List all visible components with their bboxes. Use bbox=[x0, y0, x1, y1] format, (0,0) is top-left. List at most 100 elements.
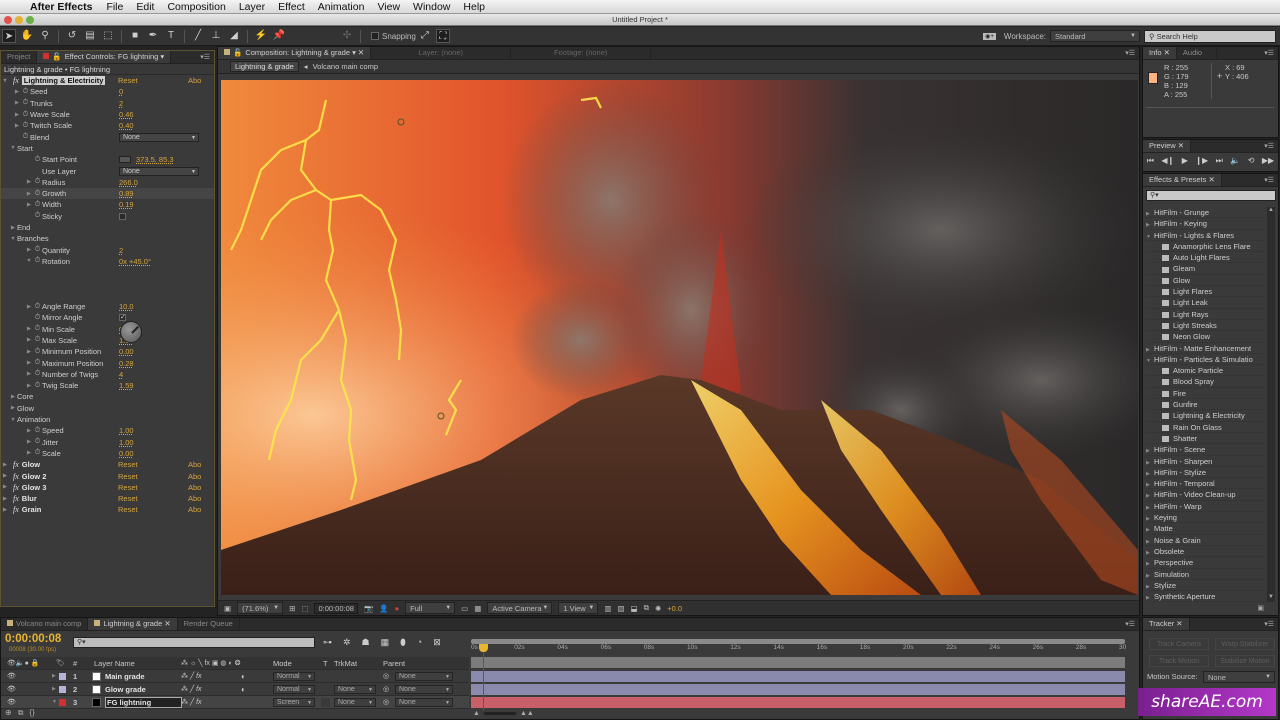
effect-name[interactable]: Lightning & Electricity bbox=[21, 76, 106, 86]
effect-category[interactable]: ▶ HitFilm - Warp bbox=[1146, 501, 1267, 513]
menu-composition[interactable]: Composition bbox=[167, 1, 225, 13]
effect-item[interactable]: Lightning & Electricity bbox=[1146, 410, 1267, 422]
effect-item[interactable]: Light Rays bbox=[1146, 309, 1267, 320]
effect-category[interactable]: ▶ Simulation bbox=[1146, 569, 1267, 580]
twirl-closed-icon[interactable]: ▶ bbox=[1146, 593, 1151, 601]
comp-mini-flowchart-icon[interactable]: ⊶ bbox=[323, 637, 332, 648]
search-help-input[interactable]: ⚲ Search Help bbox=[1144, 30, 1276, 43]
minimize-window-button[interactable] bbox=[15, 16, 23, 24]
stopwatch-icon[interactable]: ⏱ bbox=[33, 190, 42, 198]
type-tool-icon[interactable]: T bbox=[164, 29, 178, 43]
stopwatch-icon[interactable]: ⏱ bbox=[33, 348, 42, 356]
pan-behind-tool-icon[interactable]: ⬚ bbox=[101, 29, 115, 43]
twirl-closed-icon[interactable]: ▶ bbox=[25, 179, 33, 185]
eye-icon[interactable]: 👁 bbox=[7, 698, 16, 706]
adjustment-layer-icon[interactable]: ◐ bbox=[241, 672, 246, 681]
timeline-zoom-slider[interactable] bbox=[483, 712, 516, 715]
twirl-closed-icon[interactable]: ▶ bbox=[13, 100, 21, 106]
property-value[interactable]: 0.46 bbox=[119, 110, 134, 119]
scroll-down-icon[interactable]: ▼ bbox=[1267, 594, 1275, 602]
effect-category[interactable]: ▶ HitFilm - Sharpen bbox=[1146, 456, 1267, 467]
property-value[interactable]: 0.19 bbox=[119, 200, 134, 209]
label-color[interactable] bbox=[59, 698, 66, 706]
effect-category[interactable]: ▶ Perspective bbox=[1146, 557, 1267, 569]
twirl-closed-icon[interactable]: ▶ bbox=[1146, 503, 1151, 511]
effect-category[interactable]: ▶ Synthetic Aperture bbox=[1146, 591, 1267, 603]
stopwatch-icon[interactable]: ⏱ bbox=[33, 449, 42, 457]
twirl-closed-icon[interactable]: ▶ bbox=[1, 496, 9, 502]
parent-dropdown[interactable]: None bbox=[395, 671, 453, 681]
effect-item[interactable]: Neon Glow bbox=[1146, 331, 1267, 343]
tab-preview[interactable]: Preview ✕ bbox=[1143, 140, 1192, 152]
scrollbar[interactable]: ▲ ▼ bbox=[1267, 207, 1275, 602]
puppet-pin-tool-icon[interactable]: 📌 bbox=[272, 29, 286, 43]
preserve-transparency-toggle[interactable] bbox=[321, 671, 330, 681]
fx-toggle-icon[interactable]: fx bbox=[13, 472, 19, 481]
effect-item[interactable]: Atomic Particle bbox=[1146, 365, 1267, 377]
timeline-current-time[interactable]: 0:00:00:08 bbox=[5, 633, 61, 645]
twirl-closed-icon[interactable]: ▶ bbox=[1, 462, 9, 468]
tab-audio[interactable]: Audio bbox=[1177, 47, 1217, 59]
twirl-closed-icon[interactable]: ▶ bbox=[1146, 209, 1151, 217]
audio-icon[interactable]: 🔈 bbox=[1230, 156, 1240, 166]
menu-view[interactable]: View bbox=[377, 1, 400, 13]
zoom-window-button[interactable] bbox=[26, 16, 34, 24]
twirl-closed-icon[interactable]: ▶ bbox=[1146, 458, 1151, 466]
resolution-dropdown[interactable]: Full bbox=[405, 602, 456, 614]
snap-extend-icon[interactable]: ⛶ bbox=[435, 29, 450, 43]
zoom-out-icon[interactable]: ▲ bbox=[473, 710, 480, 717]
tab-composition[interactable]: 🔓 Composition: Lightning & grade ▾ ✕ bbox=[218, 47, 372, 59]
menu-file[interactable]: File bbox=[106, 1, 123, 13]
effect-category[interactable]: ▶ HitFilm - Scene bbox=[1146, 444, 1267, 456]
effect-item[interactable]: Glow bbox=[1146, 275, 1267, 287]
adjustment-layer-icon[interactable]: ◐ bbox=[241, 685, 246, 694]
zoom-tool-icon[interactable]: ⚲ bbox=[38, 29, 52, 43]
rotation-dial[interactable] bbox=[120, 321, 142, 343]
twirl-closed-icon[interactable]: ▶ bbox=[25, 202, 33, 208]
rotation-tool-icon[interactable]: ↺ bbox=[65, 29, 79, 43]
shape-tool-icon[interactable]: ■ bbox=[128, 29, 142, 43]
workspace-dropdown[interactable]: Standard bbox=[1050, 30, 1140, 42]
twirl-closed-icon[interactable]: ▶ bbox=[1146, 446, 1151, 454]
work-area-range[interactable] bbox=[471, 657, 1125, 668]
transparency-grid-icon[interactable]: ▦ bbox=[474, 604, 481, 613]
pick-whip-icon[interactable]: ◎ bbox=[383, 672, 389, 680]
effect-category[interactable]: ▼ HitFilm - Lights & Flares bbox=[1146, 230, 1267, 241]
property-value[interactable]: 0x +45.0° bbox=[119, 257, 151, 266]
loop-icon[interactable]: ⟲ bbox=[1248, 156, 1255, 166]
stopwatch-icon[interactable]: ⏱ bbox=[33, 303, 42, 311]
effect-category[interactable]: ▶ Matte bbox=[1146, 523, 1267, 535]
property-value[interactable]: 373.5, 85.3 bbox=[136, 155, 174, 164]
last-frame-icon[interactable]: ⏭ bbox=[1216, 156, 1223, 166]
blend-mode-dropdown[interactable]: Screen bbox=[273, 697, 315, 707]
blend-mode-dropdown[interactable]: Normal bbox=[273, 684, 315, 694]
always-preview-icon[interactable]: ▣ bbox=[224, 604, 231, 613]
property-value[interactable]: 0 bbox=[119, 87, 123, 96]
region-of-interest-icon[interactable]: ▭ bbox=[461, 604, 468, 613]
show-snapshot-icon[interactable]: 👤 bbox=[379, 604, 388, 613]
frame-blending-icon[interactable]: ▦ bbox=[381, 637, 390, 648]
toggle-pixel-aspect-icon[interactable]: ▥ bbox=[604, 604, 611, 613]
about-link[interactable]: Abo bbox=[188, 76, 201, 85]
twirl-closed-icon[interactable]: ▶ bbox=[1, 507, 9, 513]
reset-link[interactable]: Reset bbox=[118, 494, 138, 503]
effect-item[interactable]: Light Flares bbox=[1146, 286, 1267, 298]
about-link[interactable]: Abo bbox=[188, 494, 201, 503]
reset-link[interactable]: Reset bbox=[118, 76, 138, 85]
tab-effect-controls[interactable]: 🔓 Effect Controls: FG lightning ▾ bbox=[37, 51, 172, 63]
effect-category[interactable]: ▶ Noise & Grain bbox=[1146, 535, 1267, 546]
panel-menu-icon[interactable]: ▾☰ bbox=[1264, 176, 1274, 184]
stopwatch-icon[interactable]: ⏱ bbox=[33, 438, 42, 446]
next-frame-icon[interactable]: ❙▶ bbox=[1195, 156, 1208, 166]
pick-whip-icon[interactable]: ◎ bbox=[383, 685, 389, 693]
panel-menu-icon[interactable]: ▾☰ bbox=[1125, 620, 1135, 628]
property-value[interactable]: 0.28 bbox=[119, 359, 134, 368]
warp-stabilizer-button[interactable]: Warp Stabilizer bbox=[1215, 638, 1275, 650]
parent-dropdown[interactable]: None bbox=[395, 684, 453, 694]
track-camera-button[interactable]: Track Camera bbox=[1149, 638, 1209, 650]
snapshot-icon[interactable]: 📷 bbox=[364, 604, 373, 613]
twirl-closed-icon[interactable]: ▶ bbox=[25, 337, 33, 343]
lock-icon[interactable]: 🔓 bbox=[52, 52, 61, 61]
playhead[interactable] bbox=[478, 644, 488, 710]
composition-viewer[interactable] bbox=[221, 80, 1138, 595]
